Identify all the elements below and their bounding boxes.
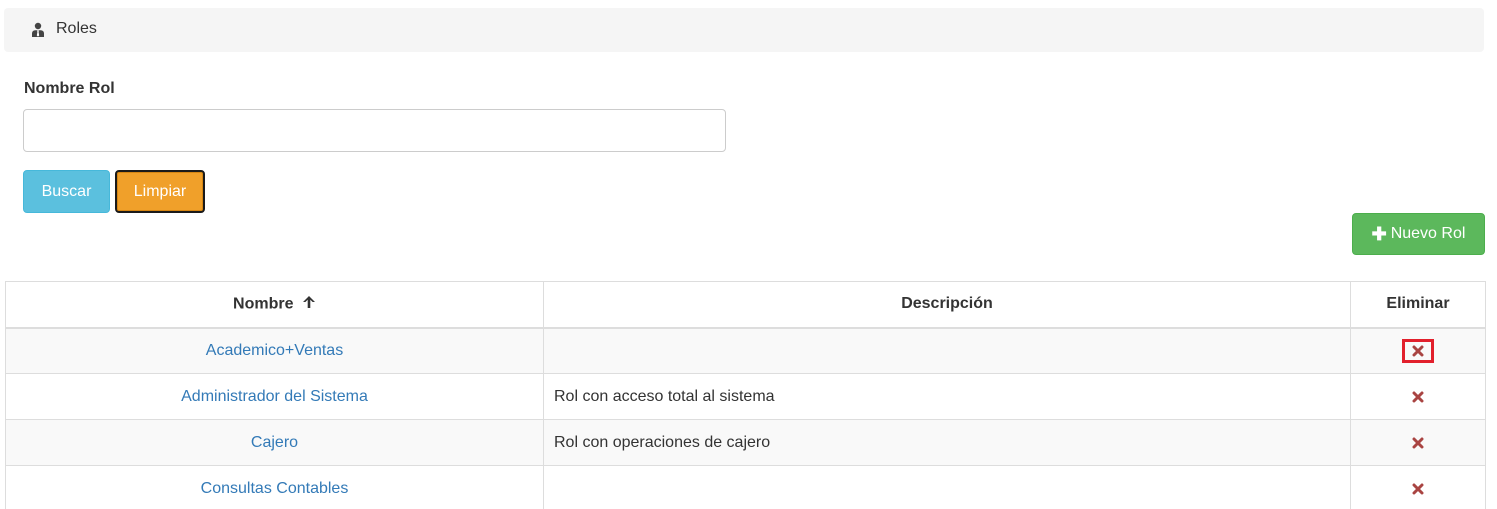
column-header-descripcion: Descripción: [543, 281, 1351, 329]
panel-header: Roles: [4, 8, 1484, 52]
plus-icon: ✚: [1371, 224, 1387, 244]
column-header-nombre[interactable]: Nombre: [5, 281, 544, 329]
cell-nombre: Academico+Ventas: [5, 327, 544, 374]
delete-icon[interactable]: [1402, 385, 1434, 409]
cell-descripcion: [543, 327, 1351, 374]
cell-eliminar: [1350, 465, 1486, 509]
cell-descripcion: Rol con acceso total al sistema: [543, 373, 1351, 420]
user-tie-icon: [30, 22, 46, 38]
cell-eliminar: [1350, 419, 1486, 466]
nuevo-rol-label: Nuevo Rol: [1390, 225, 1466, 242]
role-link[interactable]: Academico+Ventas: [206, 342, 343, 359]
cell-eliminar: [1350, 327, 1486, 374]
table-row: Consultas Contables: [5, 465, 1486, 509]
page-title: Roles: [56, 20, 97, 37]
buscar-button[interactable]: Buscar: [23, 170, 110, 213]
cell-descripcion: [543, 465, 1351, 509]
cell-nombre: Administrador del Sistema: [5, 373, 544, 420]
sort-ascending-icon: [302, 295, 316, 314]
cell-nombre: Cajero: [5, 419, 544, 466]
column-header-nombre-label: Nombre: [233, 295, 294, 313]
column-header-eliminar: Eliminar: [1350, 281, 1486, 329]
table-row: Administrador del Sistema Rol con acceso…: [5, 373, 1486, 420]
roles-table: Nombre Descripción Eliminar Academico+Ve…: [5, 281, 1486, 509]
limpiar-button[interactable]: Limpiar: [115, 170, 205, 213]
table-header-row: Nombre Descripción Eliminar: [5, 281, 1486, 329]
role-link[interactable]: Consultas Contables: [201, 480, 349, 497]
roles-page: Roles Nombre Rol Buscar Limpiar ✚ Nuevo …: [0, 0, 1497, 509]
nuevo-rol-button[interactable]: ✚ Nuevo Rol: [1352, 213, 1485, 255]
role-link[interactable]: Administrador del Sistema: [181, 388, 368, 405]
role-link[interactable]: Cajero: [251, 434, 298, 451]
cell-eliminar: [1350, 373, 1486, 420]
delete-icon[interactable]: [1402, 338, 1434, 363]
table-row: Cajero Rol con operaciones de cajero: [5, 419, 1486, 466]
table-row: Academico+Ventas: [5, 327, 1486, 374]
delete-icon[interactable]: [1402, 431, 1434, 455]
delete-icon[interactable]: [1402, 477, 1434, 501]
nombre-rol-input[interactable]: [23, 109, 726, 152]
cell-nombre: Consultas Contables: [5, 465, 544, 509]
cell-descripcion: Rol con operaciones de cajero: [543, 419, 1351, 466]
nombre-rol-label: Nombre Rol: [24, 80, 115, 97]
